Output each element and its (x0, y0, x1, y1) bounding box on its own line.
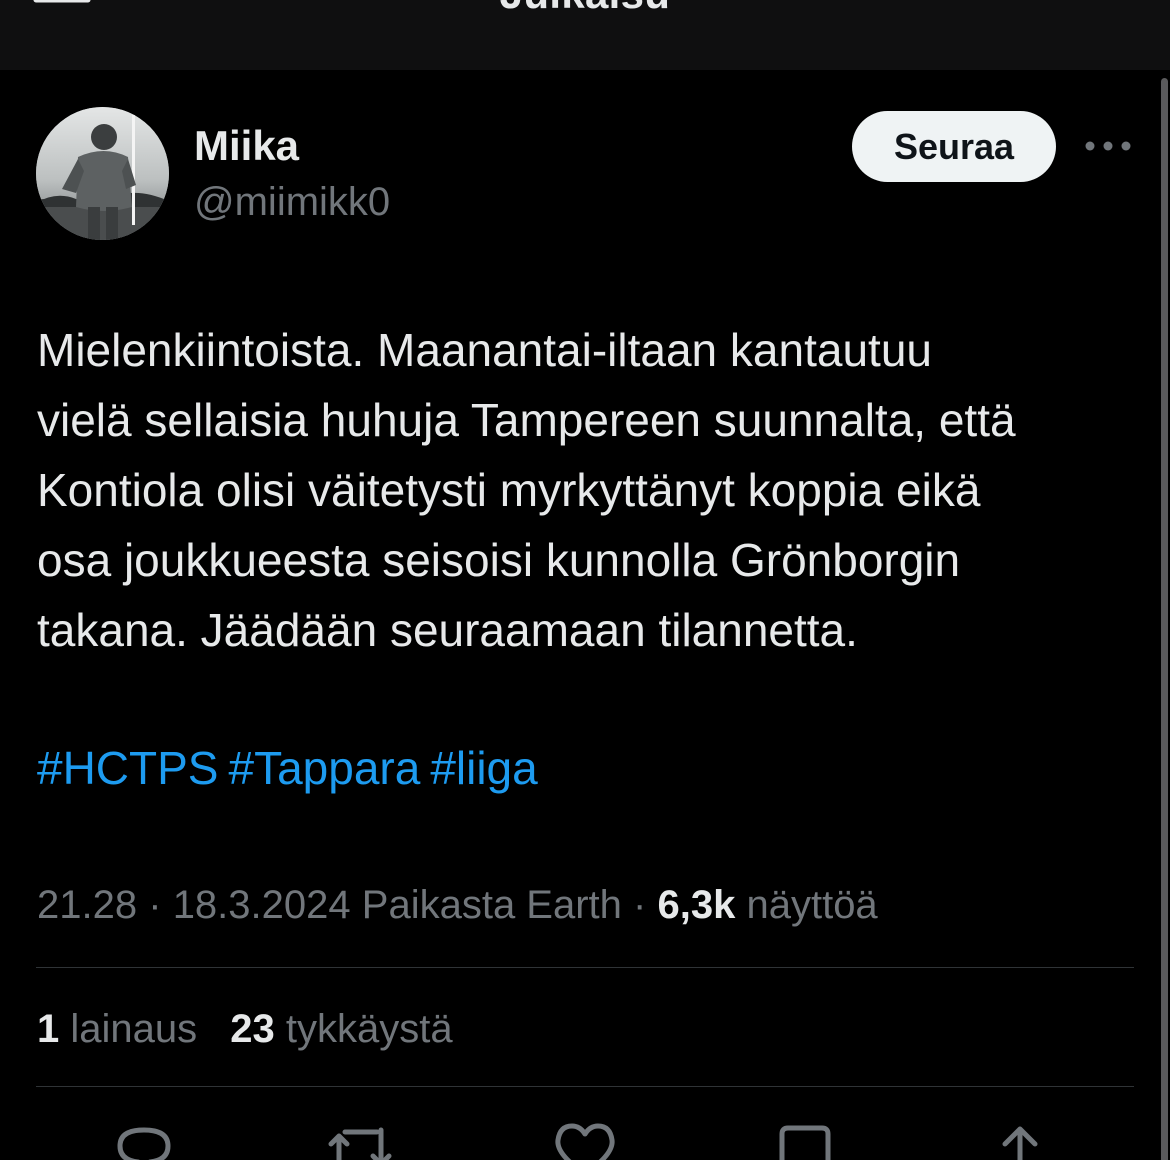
engagement-stats: 1 lainaus 23 tykkäystä (37, 1002, 475, 1056)
scrollbar[interactable] (1161, 78, 1168, 1160)
reply-icon (117, 1127, 171, 1160)
top-bar: Julkaisu (0, 0, 1170, 70)
meta-separator: · (148, 883, 162, 927)
views-count: 6,3k (657, 883, 736, 927)
more-options-button[interactable] (1082, 128, 1134, 164)
author-handle[interactable]: @miimikk0 (194, 180, 390, 225)
quotes-count: 1 (37, 1007, 60, 1051)
reply-button[interactable] (110, 1120, 180, 1160)
likes-count: 23 (230, 1007, 275, 1051)
hashtag-list: #HCTPS #Tappara #liiga (37, 733, 548, 803)
like-icon (555, 1123, 615, 1160)
author-name[interactable]: Miika (194, 122, 299, 170)
share-button[interactable] (985, 1120, 1055, 1160)
like-button[interactable] (550, 1120, 620, 1160)
tweet-time[interactable]: 21.28 (37, 883, 137, 927)
page-title: Julkaisu (0, 0, 1170, 18)
hashtag-link[interactable]: #Tappara (228, 742, 420, 794)
quotes-stat[interactable]: 1 lainaus (37, 1002, 197, 1056)
avatar-photo (36, 107, 169, 240)
quotes-label: lainaus (70, 1007, 198, 1051)
hashtag-link[interactable]: #liiga (430, 742, 537, 794)
likes-label: tykkäystä (285, 1007, 453, 1051)
tweet-location: Paikasta Earth (361, 883, 622, 927)
bookmark-button[interactable] (770, 1120, 840, 1160)
views-label: näyttöä (746, 883, 878, 927)
bookmark-icon (779, 1125, 831, 1160)
tweet-text: Mielenkiintoista. Maanantai-iltaan kanta… (37, 324, 1016, 656)
more-horizontal-icon (1085, 141, 1131, 151)
meta-separator: · (633, 883, 647, 927)
retweet-icon (328, 1127, 392, 1160)
tweet-meta: 21.28 · 18.3.2024 Paikasta Earth · 6,3k … (37, 878, 878, 932)
divider (36, 1086, 1134, 1087)
tweet-detail-page: Julkaisu Miika @miimikk0 Seuraa (0, 0, 1170, 1160)
divider (36, 967, 1134, 968)
hashtag-link[interactable]: #HCTPS (37, 742, 218, 794)
share-icon (1002, 1126, 1038, 1160)
follow-button[interactable]: Seuraa (852, 111, 1056, 182)
tweet-date[interactable]: 18.3.2024 (173, 883, 351, 927)
retweet-button[interactable] (325, 1120, 395, 1160)
avatar[interactable] (36, 107, 169, 240)
likes-stat[interactable]: 23 tykkäystä (230, 1002, 452, 1056)
